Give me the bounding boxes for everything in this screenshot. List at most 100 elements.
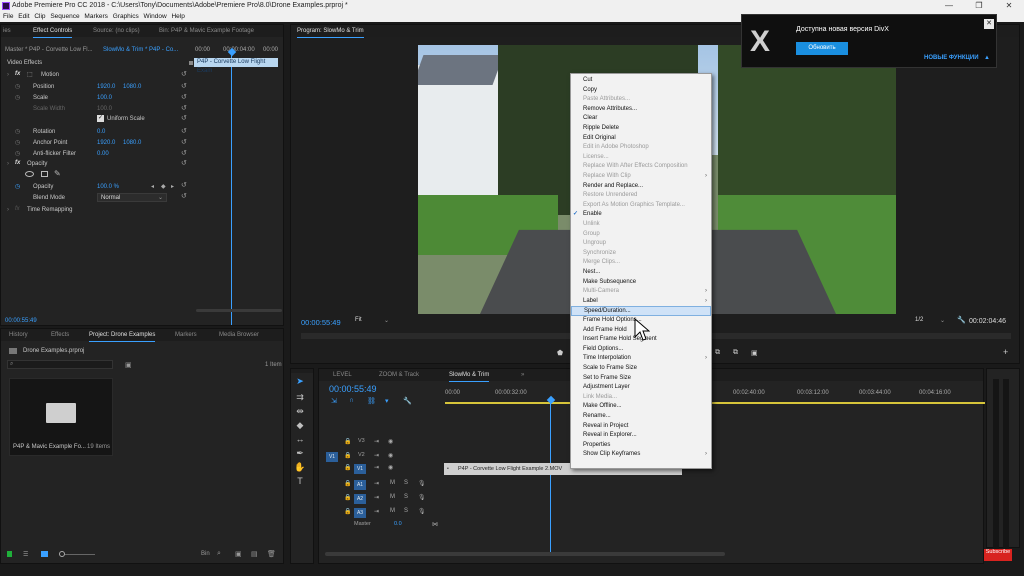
reset-scale-icon[interactable]: ↺ — [181, 93, 187, 101]
sync-v3-icon[interactable]: ⇥ — [374, 438, 379, 445]
blend-mode-select[interactable]: Normal ⌄ — [97, 193, 167, 202]
anchor-x-value[interactable]: 1920.0 — [97, 140, 115, 146]
project-search-input[interactable]: ⌕ — [7, 360, 113, 369]
new-bin-from-search-icon[interactable]: ▣ — [125, 361, 132, 369]
track-v1-label[interactable]: V1 — [354, 464, 366, 474]
tab-markers[interactable]: Markers — [175, 329, 197, 341]
reset-rotation-icon[interactable]: ↺ — [181, 127, 187, 135]
sync-v2-icon[interactable]: ⇥ — [374, 452, 379, 459]
mute-a1-button[interactable]: M — [390, 480, 395, 486]
context-menu-item[interactable]: Rename... — [571, 412, 711, 422]
scale-value[interactable]: 100.0 — [97, 95, 112, 101]
stopwatch-rotation-icon[interactable]: ◷ — [15, 128, 20, 135]
mic-a2-icon[interactable]: 🎙 — [418, 494, 426, 501]
tab-program[interactable]: Program: SlowMo & Trim — [297, 25, 364, 38]
add-marker-icon[interactable]: ⬟ — [557, 349, 563, 357]
reset-blend-icon[interactable]: ↺ — [181, 192, 187, 200]
mic-a3-icon[interactable]: 🎙 — [418, 508, 426, 515]
add-marker-timeline-icon[interactable]: ▾ — [385, 397, 389, 405]
timeline-timecode[interactable]: 00:00:55:49 — [329, 384, 377, 394]
context-menu-item[interactable]: Clear — [571, 114, 711, 124]
lock-icon[interactable] — [7, 551, 12, 557]
track-a3-label[interactable]: A3 — [354, 508, 366, 518]
ripple-edit-tool-icon[interactable]: ⇹ — [294, 406, 306, 418]
lift-icon[interactable]: ⧉ — [715, 349, 720, 357]
fx-opacity-icon[interactable]: fx — [15, 160, 20, 166]
tab-project[interactable]: Project: Drone Examples — [89, 329, 156, 342]
context-menu-item[interactable]: Speed/Duration... — [571, 306, 711, 316]
stopwatch-opacity-icon[interactable]: ◷ — [15, 183, 20, 190]
timeline-scrollbar[interactable] — [325, 552, 725, 556]
context-menu-item[interactable]: Set to Frame Size — [571, 374, 711, 384]
track-a2-label[interactable]: A2 — [354, 494, 366, 504]
tab-zoom-track[interactable]: ZOOM & Track — [379, 369, 419, 381]
uniform-scale-checkbox[interactable]: ✓ — [97, 115, 104, 122]
playhead-line[interactable] — [231, 55, 232, 325]
menu-edit[interactable]: Edit — [18, 13, 29, 20]
ec-timecode[interactable]: 00:00:55:49 — [5, 318, 37, 324]
context-menu-item[interactable]: Reveal in Project — [571, 422, 711, 432]
tab-media-browser[interactable]: Media Browser — [219, 329, 259, 341]
minimize-button[interactable]: — — [934, 0, 964, 12]
reset-flicker-icon[interactable]: ↺ — [181, 149, 187, 157]
sequence-clip-label[interactable]: SlowMo & Trim * P4P - Co... — [103, 47, 178, 53]
more-tabs-icon[interactable]: » — [521, 369, 524, 381]
anti-flicker-value[interactable]: 0.00 — [97, 151, 109, 157]
trash-icon[interactable]: 🗑 — [267, 550, 276, 558]
slip-tool-icon[interactable]: ↔ — [294, 434, 306, 446]
lock-a3-icon[interactable]: 🔒 — [344, 508, 351, 515]
reset-anchor-icon[interactable]: ↺ — [181, 138, 187, 146]
anchor-y-value[interactable]: 1080.0 — [123, 140, 141, 146]
pen-mask-icon[interactable]: ✎ — [54, 169, 61, 178]
maximize-button[interactable]: ❐ — [964, 0, 994, 12]
tab-edge[interactable]: ies — [3, 25, 11, 37]
timeline-settings-icon[interactable]: 🔧 — [403, 397, 412, 405]
context-menu-item[interactable]: Render and Replace... — [571, 182, 711, 192]
tab-slowmo-trim[interactable]: SlowMo & Trim — [449, 369, 490, 382]
tab-history[interactable]: History — [9, 329, 28, 341]
new-item-icon[interactable]: ▤ — [251, 550, 258, 558]
context-menu-item[interactable]: Reveal in Explorer... — [571, 431, 711, 441]
solo-a3-button[interactable]: S — [404, 508, 408, 514]
menu-clip[interactable]: Clip — [34, 13, 45, 20]
solo-a2-button[interactable]: S — [404, 494, 408, 500]
rotation-value[interactable]: 0.0 — [97, 129, 105, 135]
clip-bar[interactable]: P4P - Corvette Low Flight Exam — [194, 58, 278, 74]
divx-update-button[interactable]: Обновить — [796, 42, 848, 55]
reset-uniform-icon[interactable]: ↺ — [181, 114, 187, 122]
extract-icon[interactable]: ⧉ — [733, 349, 738, 357]
reset-scale-width-icon[interactable]: ↺ — [181, 104, 187, 112]
keyframe-prev-icon[interactable]: ◂ — [151, 183, 154, 190]
expand-time-remap-icon[interactable]: › — [7, 207, 9, 213]
eye-v1-icon[interactable]: ◉ — [388, 464, 393, 471]
position-y-value[interactable]: 1080.0 — [123, 84, 141, 90]
keyframe-add-icon[interactable]: ◆ — [161, 183, 166, 190]
context-menu-item[interactable]: Make Offline... — [571, 402, 711, 412]
master-toggle-icon[interactable]: ⋈ — [432, 521, 438, 528]
wrench-icon[interactable]: 🔧 — [957, 316, 966, 324]
lock-v3-icon[interactable]: 🔒 — [344, 438, 351, 445]
master-value[interactable]: 0.0 — [394, 521, 402, 527]
timeline-playhead-line[interactable] — [550, 403, 551, 553]
reset-opacity-icon[interactable]: ↺ — [181, 159, 187, 167]
selection-tool-icon[interactable]: ➤ — [294, 376, 306, 388]
mute-a3-button[interactable]: M — [390, 508, 395, 514]
menu-file[interactable]: File — [3, 13, 13, 20]
context-menu-item[interactable]: Make Subsequence — [571, 278, 711, 288]
sync-a3-icon[interactable]: ⇥ — [374, 508, 379, 515]
context-menu-item[interactable]: Cut — [571, 76, 711, 86]
export-frame-icon[interactable]: ▣ — [751, 349, 758, 357]
tab-effects[interactable]: Effects — [51, 329, 69, 341]
work-area-bar[interactable] — [445, 402, 985, 404]
sync-v1-icon[interactable]: ⇥ — [374, 464, 379, 471]
type-tool-icon[interactable]: T — [294, 476, 306, 488]
lock-a2-icon[interactable]: 🔒 — [344, 494, 351, 501]
linked-selection-icon[interactable]: ⛓ — [367, 397, 376, 405]
mic-a1-icon[interactable]: 🎙 — [418, 480, 426, 487]
new-bin-icon[interactable]: ▣ — [235, 550, 242, 558]
opacity-value[interactable]: 100.0 % — [97, 184, 119, 190]
stopwatch-flicker-icon[interactable]: ◷ — [15, 150, 20, 157]
fx-time-remap-icon[interactable]: fx — [15, 206, 20, 212]
reset-position-icon[interactable]: ↺ — [181, 82, 187, 90]
pen-tool-icon[interactable]: ✒ — [294, 448, 306, 460]
